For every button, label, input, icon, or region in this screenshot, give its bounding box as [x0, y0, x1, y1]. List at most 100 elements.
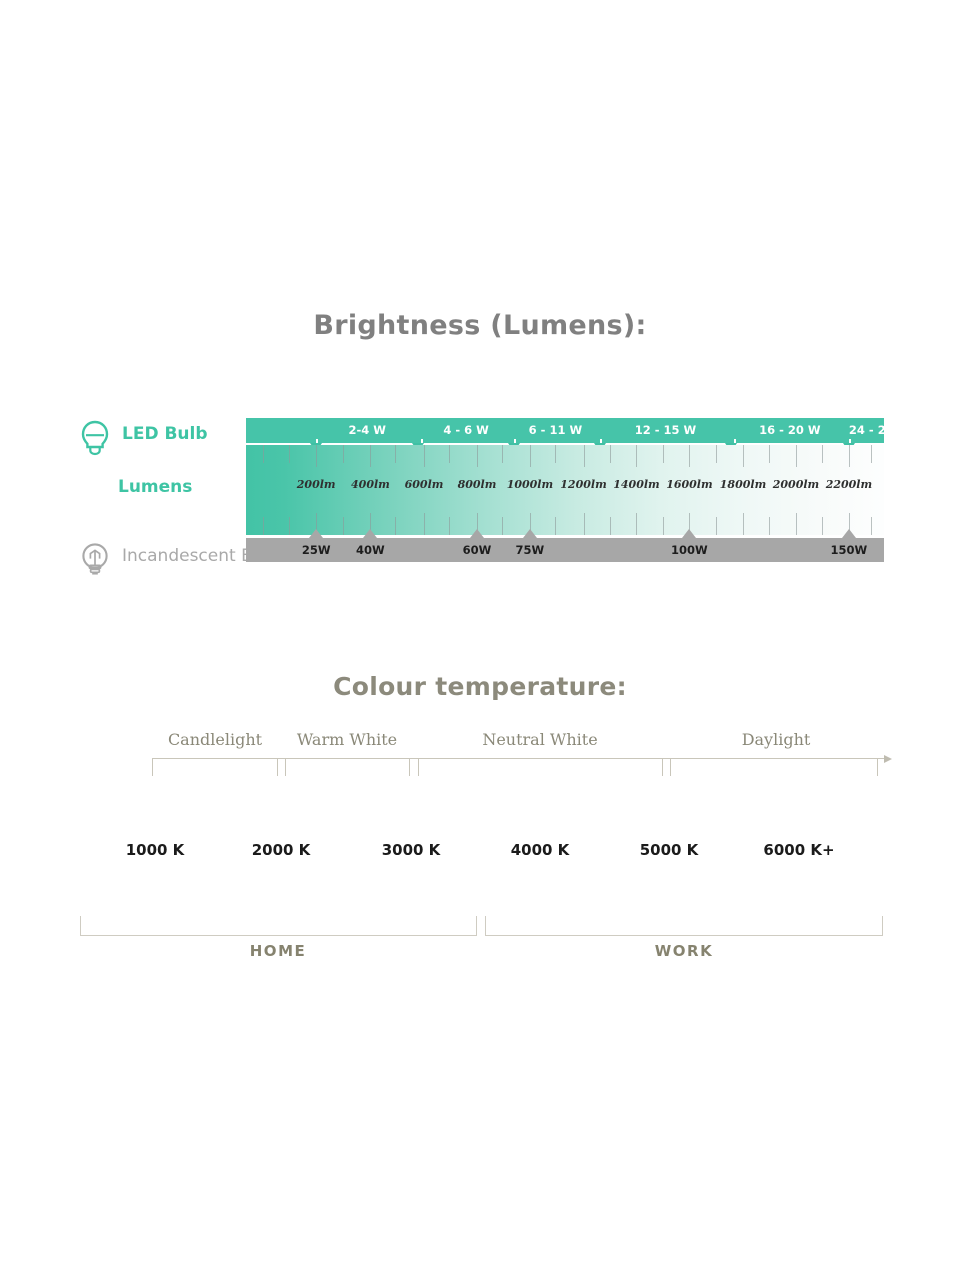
- usage-bracket: [485, 916, 883, 936]
- usage-label: HOME: [249, 942, 307, 960]
- ruler-tick: [555, 517, 557, 535]
- colour-temperature-chart: Candlelight Warm White Neutral White Daylig…: [0, 720, 960, 980]
- incandescent-wattage-label: 150W: [830, 543, 868, 557]
- led-wattage-segment: 6 - 11 W: [528, 423, 583, 437]
- ruler-tick: [871, 445, 873, 463]
- ruler-tick: [716, 445, 718, 463]
- ruler-tick: [795, 445, 797, 467]
- colour-category-bracket: [285, 758, 410, 776]
- lumens-tick-label: 1200lm: [560, 478, 607, 491]
- ruler-tick: [689, 445, 691, 467]
- ruler-tick: [871, 517, 873, 535]
- ruler-tick: [263, 517, 265, 535]
- ruler-tick: [555, 445, 557, 463]
- ruler-tick: [370, 445, 372, 467]
- ruler-tick: [476, 445, 478, 467]
- arrow-right-icon: [884, 755, 892, 763]
- ruler-tick: [609, 517, 611, 535]
- ruler-tick: [743, 513, 744, 535]
- kelvin-label: 2000 K: [251, 841, 311, 859]
- ruler-tick: [395, 445, 397, 463]
- lumens-tick-label: 1400lm: [613, 478, 660, 491]
- incandescent-wattage-bar: 25W 40W 60W 75W 100W 150W: [246, 529, 884, 562]
- ruler-tick: [822, 517, 824, 535]
- ruler-tick: [716, 517, 718, 535]
- incandescent-wattage-label: 40W: [356, 543, 385, 557]
- lumens-tick-label: 2000lm: [772, 478, 820, 491]
- ruler-tick: [263, 445, 265, 463]
- kelvin-label: 5000 K: [639, 841, 699, 859]
- ruler-tick: [822, 445, 824, 463]
- ruler-tick: [289, 445, 291, 463]
- lumens-tick-label: 2200lm: [825, 478, 873, 491]
- ruler-tick: [424, 445, 425, 467]
- led-bulb-icon: [78, 418, 112, 458]
- ruler-tick: [795, 513, 797, 535]
- legend-lumens: Lumens: [118, 476, 192, 498]
- lumens-tick-label: 600lm: [404, 478, 444, 491]
- kelvin-label: 6000 K+: [763, 841, 835, 859]
- lumens-tick-label: 1800lm: [719, 478, 767, 491]
- page-title-colour-temperature: Colour temperature:: [333, 672, 627, 701]
- led-wattage-segment: 24 - 28 W: [848, 423, 911, 437]
- incandescent-pointer-triangle: [682, 529, 697, 538]
- kelvin-label: 3000 K: [381, 841, 441, 859]
- incandescent-pointer-triangle: [841, 529, 856, 538]
- ruler-tick: [342, 517, 344, 535]
- ruler-tick: [769, 445, 771, 463]
- ruler-tick: [583, 513, 585, 535]
- ruler-tick: [743, 445, 744, 467]
- incandescent-wattage-label: 100W: [671, 543, 708, 557]
- incandescent-pointer-triangle: [522, 529, 537, 538]
- incandescent-bulb-icon: [78, 540, 112, 580]
- legend-lumens-label: Lumens: [118, 477, 193, 497]
- ruler-tick: [848, 445, 850, 467]
- colour-category-bracket: [152, 758, 278, 776]
- lumens-scale: 2-4 W 4 - 6 W 6 - 11 W 12 - 15 W 16 - 20 W 24…: [246, 418, 911, 562]
- ruler-tick: [448, 517, 450, 535]
- ruler-tick: [636, 513, 638, 535]
- colour-category-label: Candlelight: [167, 730, 263, 749]
- incandescent-wattage-label: 60W: [462, 543, 492, 557]
- colour-category-bracket: [418, 758, 663, 776]
- colour-category-label: Neutral White: [482, 730, 598, 749]
- ruler-tick: [636, 445, 638, 467]
- lumens-gradient-ruler: 200lm 400lm 600lm 800lm 1000lm 1200lm 1400lm 16…: [246, 445, 884, 535]
- ruler-tick: [529, 445, 531, 467]
- ruler-tick: [501, 517, 503, 535]
- lumens-tick-label: 400lm: [351, 478, 390, 491]
- led-wattage-segment: 12 - 15 W: [634, 423, 697, 437]
- ruler-tick: [424, 513, 425, 535]
- legend-led-bulb-label: LED Bulb: [122, 424, 208, 444]
- ruler-tick: [609, 445, 611, 463]
- kelvin-gradient-bar: 1000 K 2000 K 3000 K 4000 K 5000 K 6000 K+: [82, 804, 878, 896]
- colour-category-brackets: [0, 755, 960, 782]
- ruler-tick: [316, 445, 318, 467]
- brightness-chart: LED Bulb Lumens Incandescent Bulbt 2-4 W…: [0, 418, 960, 578]
- lumens-tick-label: 200lm: [296, 478, 336, 491]
- lumens-tick-label: 800lm: [457, 478, 497, 491]
- ruler-tick: [448, 445, 450, 463]
- ruler-tick: [662, 445, 664, 463]
- incandescent-pointer-triangle: [363, 529, 378, 538]
- kelvin-label: 4000 K: [510, 841, 570, 859]
- colour-category-label: Warm White: [296, 730, 398, 749]
- page-title-brightness: Brightness (Lumens):: [313, 310, 647, 341]
- ruler-tick: [342, 445, 344, 463]
- ruler-tick: [769, 517, 771, 535]
- incandescent-pointer-triangle: [309, 529, 324, 538]
- incandescent-wattage-label: 75W: [515, 543, 545, 557]
- ruler-tick: [501, 445, 503, 463]
- lumens-tick-label: 1600lm: [666, 478, 713, 491]
- incandescent-wattage-label: 25W: [301, 543, 331, 557]
- ruler-tick: [662, 517, 664, 535]
- ruler-tick: [395, 517, 397, 535]
- led-wattage-segment: 2-4 W: [348, 423, 386, 437]
- led-wattage-segment: 4 - 6 W: [443, 423, 489, 437]
- usage-brackets: [0, 916, 960, 942]
- legend-led-bulb: LED Bulb: [78, 418, 208, 458]
- usage-bracket: [80, 916, 477, 936]
- kelvin-label: 1000 K: [125, 841, 185, 859]
- ruler-tick: [289, 517, 291, 535]
- usage-label: WORK: [654, 942, 714, 960]
